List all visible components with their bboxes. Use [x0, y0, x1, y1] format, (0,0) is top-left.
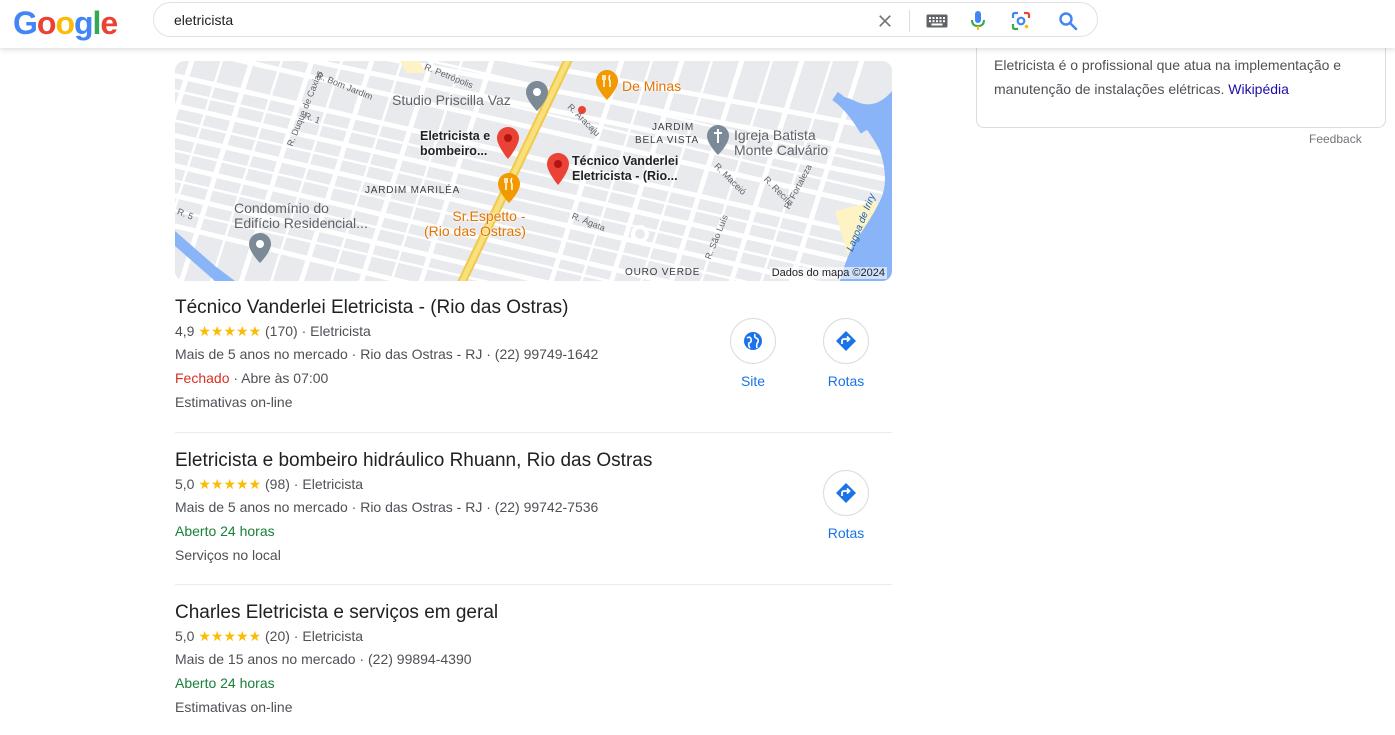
- result-divider: [175, 584, 892, 585]
- directions-icon: [836, 331, 856, 351]
- result-map-label-line: Eletricista e: [420, 129, 491, 143]
- result-map-label-line: Técnico Vanderlei: [572, 154, 679, 168]
- directions-button-label: Rotas: [827, 525, 865, 541]
- microphone-icon[interactable]: [966, 9, 990, 33]
- status-open: Aberto 24 horas: [175, 675, 275, 691]
- opening-time: · Abre às 07:00: [229, 370, 329, 386]
- result-details: Mais de 15 anos no mercado · (22) 99894-…: [175, 651, 472, 667]
- directions-icon: [836, 483, 856, 503]
- place-label-line: (Rio das Ostras): [424, 223, 526, 239]
- result-category: Eletricista: [302, 628, 364, 644]
- review-count: (20): [265, 628, 290, 644]
- search-divider: [909, 10, 910, 32]
- rating-value: 4,9: [175, 323, 195, 339]
- result-marker-icon[interactable]: [497, 127, 519, 159]
- logo-letter: o: [36, 5, 57, 41]
- place-label[interactable]: De Minas: [622, 79, 681, 94]
- website-button-label: Site: [740, 373, 766, 389]
- logo-letter: g: [73, 5, 94, 41]
- result-map-label-line: bombeiro...: [420, 144, 488, 158]
- result-marker-icon[interactable]: [547, 153, 569, 185]
- place-label[interactable]: Condomínio do Edifício Residencial...: [234, 201, 368, 231]
- knowledge-panel: Eletricista é o profissional que atua na…: [976, 38, 1386, 128]
- marker-icon[interactable]: [249, 233, 271, 263]
- result-title[interactable]: Técnico Vanderlei Eletricista - (Rio das…: [175, 296, 892, 320]
- place-label-line: Sr.Espetto -: [452, 208, 526, 224]
- result-category: Eletricista: [302, 476, 364, 492]
- restaurant-marker-icon[interactable]: [596, 70, 618, 100]
- place-label-line: Condomínio do: [234, 200, 329, 216]
- place-label[interactable]: Studio Priscilla Vaz: [392, 93, 511, 108]
- review-count: (98): [265, 476, 290, 492]
- local-result[interactable]: Eletricista e bombeiro hidráulico Rhuann…: [175, 449, 892, 567]
- result-hours: Fechado · Abre às 07:00: [175, 366, 892, 390]
- place-label[interactable]: Sr.Espetto - (Rio das Ostras): [424, 209, 526, 239]
- result-rating-line: 4,9 ★★★★★ (170) · Eletricista: [175, 323, 371, 339]
- neighborhood-label-line: BELA VISTA: [635, 135, 699, 146]
- result-service: Estimativas on-line: [175, 699, 293, 715]
- map-copyright[interactable]: Dados do mapa ©2024: [769, 267, 887, 279]
- neighborhood-label: OURO VERDE: [625, 267, 701, 278]
- restaurant-marker-icon[interactable]: [498, 173, 520, 203]
- result-service: Estimativas on-line: [175, 394, 293, 410]
- search-input[interactable]: [174, 9, 854, 31]
- clear-icon[interactable]: [873, 9, 897, 33]
- logo-letter: e: [100, 5, 118, 41]
- result-map-label[interactable]: Eletricista e bombeiro...: [420, 129, 490, 159]
- lens-icon[interactable]: [1009, 9, 1033, 33]
- neighborhood-label: JARDIM BELA VISTA: [635, 121, 699, 147]
- result-divider: [175, 432, 892, 433]
- globe-icon: [744, 332, 762, 350]
- wikipedia-link[interactable]: Wikipédia: [1228, 81, 1289, 97]
- status-open: Aberto 24 horas: [175, 523, 275, 539]
- local-map[interactable]: R. Petrópolis R. Bom Jardim R. 1 R. Duqu…: [175, 61, 892, 281]
- local-result[interactable]: Técnico Vanderlei Eletricista - (Rio das…: [175, 296, 892, 414]
- place-label-line: Igreja Batista: [734, 127, 816, 143]
- marker-icon[interactable]: [526, 81, 548, 111]
- knowledge-description-text: Eletricista é o profissional que atua na…: [994, 57, 1342, 97]
- star-rating-icon: ★★★★★: [198, 323, 262, 339]
- star-rating-icon: ★★★★★: [198, 628, 262, 644]
- result-category: Eletricista: [310, 323, 371, 339]
- directions-button-circle[interactable]: [823, 318, 869, 364]
- church-marker-icon[interactable]: [707, 125, 729, 155]
- result-service: Serviços no local: [175, 547, 281, 563]
- logo-letter: o: [55, 5, 75, 41]
- result-title[interactable]: Eletricista e bombeiro hidráulico Rhuann…: [175, 449, 892, 473]
- rating-value: 5,0: [175, 476, 195, 492]
- star-rating-icon: ★★★★★: [198, 476, 262, 492]
- google-logo[interactable]: Google: [13, 4, 118, 42]
- result-rating-line: 5,0 ★★★★★ (20) · Eletricista: [175, 628, 364, 644]
- website-button[interactable]: Site: [723, 318, 783, 389]
- knowledge-description: Eletricista é o profissional que atua na…: [994, 53, 1374, 101]
- local-result[interactable]: Charles Eletricista e serviços em geral …: [175, 601, 892, 719]
- place-label-line: Monte Calvário: [734, 142, 829, 158]
- directions-button[interactable]: Rotas: [816, 470, 876, 541]
- rating-value: 5,0: [175, 628, 195, 644]
- place-label[interactable]: Igreja Batista Monte Calvário: [734, 128, 828, 158]
- directions-button[interactable]: Rotas: [816, 318, 876, 389]
- logo-letter: G: [13, 5, 38, 41]
- place-label-line: Edifício Residencial...: [234, 215, 368, 231]
- top-bar: Google: [0, 0, 1395, 48]
- neighborhood-label-line: JARDIM: [651, 122, 694, 133]
- search-box: [153, 2, 1098, 37]
- website-button-circle[interactable]: [730, 318, 776, 364]
- keyboard-icon[interactable]: [925, 9, 949, 33]
- feedback-link[interactable]: Feedback: [1309, 132, 1362, 146]
- neighborhood-label: JARDIM MARILÉA: [365, 185, 461, 196]
- result-map-label-line: Eletricista - (Rio...: [572, 169, 678, 183]
- review-count: (170): [265, 323, 298, 339]
- result-rating-line: 5,0 ★★★★★ (98) · Eletricista: [175, 476, 364, 492]
- result-title[interactable]: Charles Eletricista e serviços em geral: [175, 601, 892, 625]
- directions-button-label: Rotas: [827, 373, 865, 389]
- search-icon[interactable]: [1056, 9, 1080, 33]
- directions-button-circle[interactable]: [823, 470, 869, 516]
- status-closed: Fechado: [175, 370, 230, 386]
- result-details: Mais de 5 anos no mercado · Rio das Ostr…: [175, 499, 599, 515]
- result-map-label[interactable]: Técnico Vanderlei Eletricista - (Rio...: [572, 154, 678, 184]
- result-details: Mais de 5 anos no mercado · Rio das Ostr…: [175, 346, 599, 362]
